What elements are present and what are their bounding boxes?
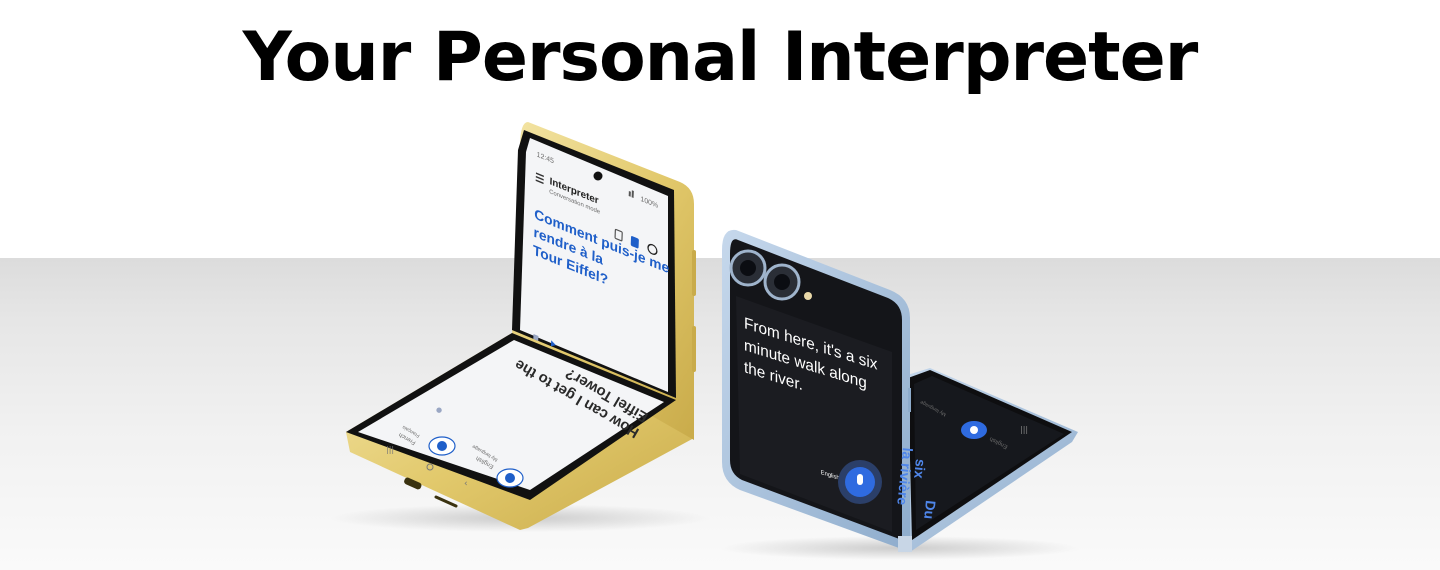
front-camera-icon xyxy=(593,171,603,181)
mic-icon xyxy=(970,426,978,434)
power-button xyxy=(692,326,696,372)
inner-nav-recents-icon[interactable]: ||| xyxy=(1020,425,1028,434)
phones-scene: 12:45 100% Interpreter Conversation mode… xyxy=(330,122,1080,560)
mic-icon xyxy=(857,474,863,485)
mic-button-left[interactable] xyxy=(428,436,456,456)
inner-mic-button[interactable] xyxy=(961,421,987,439)
mic-icon xyxy=(437,441,447,451)
inner-line-1: Du xyxy=(921,500,939,520)
hinge xyxy=(898,536,912,552)
speaker-icon-bottom[interactable]: ● xyxy=(436,406,442,414)
nav-back-icon[interactable]: ‹ xyxy=(464,479,468,489)
cover-mic-button[interactable] xyxy=(838,460,882,504)
mic-icon xyxy=(505,473,515,483)
blue-phone: From here, it's a six minute walk along … xyxy=(722,229,1078,553)
mic-button-right[interactable] xyxy=(496,468,524,488)
yellow-phone: 12:45 100% Interpreter Conversation mode… xyxy=(346,122,696,530)
nav-recents-icon[interactable]: ||| xyxy=(386,445,394,454)
side-button xyxy=(908,388,911,412)
volume-button xyxy=(692,250,696,296)
